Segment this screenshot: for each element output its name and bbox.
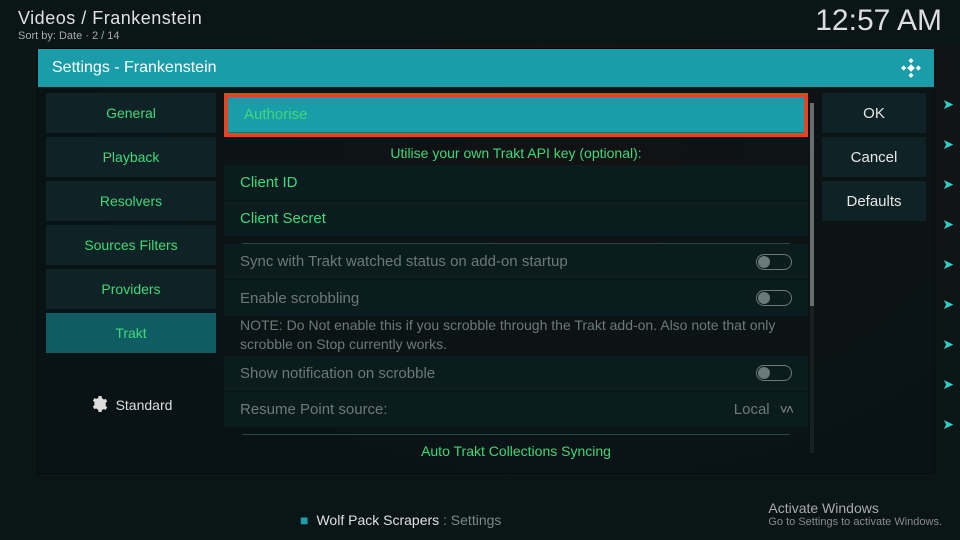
kodi-logo-icon [900, 57, 922, 79]
cat-resolvers[interactable]: Resolvers [46, 181, 216, 221]
sync-watched-toggle[interactable]: Sync with Trakt watched status on add-on… [224, 244, 808, 280]
settings-level-button[interactable]: Standard [46, 387, 216, 423]
cursor-icon: ➤ [942, 96, 954, 113]
scrobble-notification-toggle[interactable]: Show notification on scrobble [224, 356, 808, 392]
resume-point-source-setting[interactable]: Resume Point source: Local ˅˄ [224, 392, 808, 428]
modal-title: Settings - Frankenstein [52, 59, 217, 77]
section-trakt-api: Utilise your own Trakt API key (optional… [224, 137, 808, 165]
breadcrumb[interactable]: Videos / Frankenstein [18, 8, 942, 29]
background-list: ■ Wolf Pack Scrapers : Settings [300, 512, 501, 528]
defaults-button[interactable]: Defaults [822, 181, 926, 221]
section-collections-sync: Auto Trakt Collections Syncing [224, 435, 808, 463]
ok-button[interactable]: OK [822, 93, 926, 133]
spinner-icon: ˅˄ [780, 401, 792, 417]
scrobble-note: NOTE: Do Not enable this if you scrobble… [224, 316, 808, 356]
sync-watched-label: Sync with Trakt watched status on add-on… [240, 253, 568, 270]
client-id-setting[interactable]: Client ID [224, 165, 808, 201]
scrollbar[interactable] [810, 103, 814, 453]
cursor-icon: ➤ [942, 336, 954, 353]
cursor-icon: ➤ [942, 216, 954, 233]
cursor-icon: ➤ [942, 136, 954, 153]
client-secret-setting[interactable]: Client Secret [224, 201, 808, 237]
scrollbar-thumb[interactable] [810, 103, 814, 306]
settings-level-label: Standard [116, 397, 173, 413]
cat-playback[interactable]: Playback [46, 137, 216, 177]
resume-point-value: Local [734, 401, 770, 418]
authorise-button[interactable]: Authorise [228, 97, 804, 133]
enable-scrobbling-toggle[interactable]: Enable scrobbling [224, 280, 808, 316]
toggle-off-icon [756, 290, 792, 306]
watermark-title: Activate Windows [768, 500, 942, 516]
action-buttons: OK Cancel Defaults [816, 93, 926, 463]
cat-general[interactable]: General [46, 93, 216, 133]
toggle-off-icon [756, 254, 792, 270]
bullet-icon: ■ [300, 512, 308, 528]
scrobble-notification-label: Show notification on scrobble [240, 365, 435, 382]
cursor-icon: ➤ [942, 176, 954, 193]
cursor-icon: ➤ [942, 376, 954, 393]
clock: 12:57 AM [815, 4, 942, 38]
bg-item-suffix: : Settings [439, 512, 501, 528]
cat-trakt[interactable]: Trakt [46, 313, 216, 353]
cursor-icon: ➤ [942, 296, 954, 313]
cancel-button[interactable]: Cancel [822, 137, 926, 177]
enable-scrobbling-label: Enable scrobbling [240, 290, 359, 307]
modal-titlebar: Settings - Frankenstein [38, 49, 934, 87]
cat-providers[interactable]: Providers [46, 269, 216, 309]
cat-sources-filters[interactable]: Sources Filters [46, 225, 216, 265]
settings-panel: Authorise Utilise your own Trakt API key… [216, 93, 816, 463]
cursor-icon: ➤ [942, 256, 954, 273]
gear-icon [90, 395, 108, 416]
windows-watermark: Activate Windows Go to Settings to activ… [768, 500, 942, 528]
resume-point-label: Resume Point source: [240, 401, 388, 418]
topbar: Videos / Frankenstein Sort by: Date · 2 … [0, 0, 960, 45]
sort-info: Sort by: Date · 2 / 14 [18, 30, 942, 42]
cursor-icon: ➤ [942, 416, 954, 433]
category-list: General Playback Resolvers Sources Filte… [46, 93, 216, 463]
toggle-off-icon [756, 365, 792, 381]
annotation-highlight: Authorise [224, 93, 808, 137]
settings-modal: Settings - Frankenstein General Playback… [37, 48, 935, 474]
bg-item-name: Wolf Pack Scrapers [316, 512, 439, 528]
watermark-sub: Go to Settings to activate Windows. [768, 516, 942, 528]
